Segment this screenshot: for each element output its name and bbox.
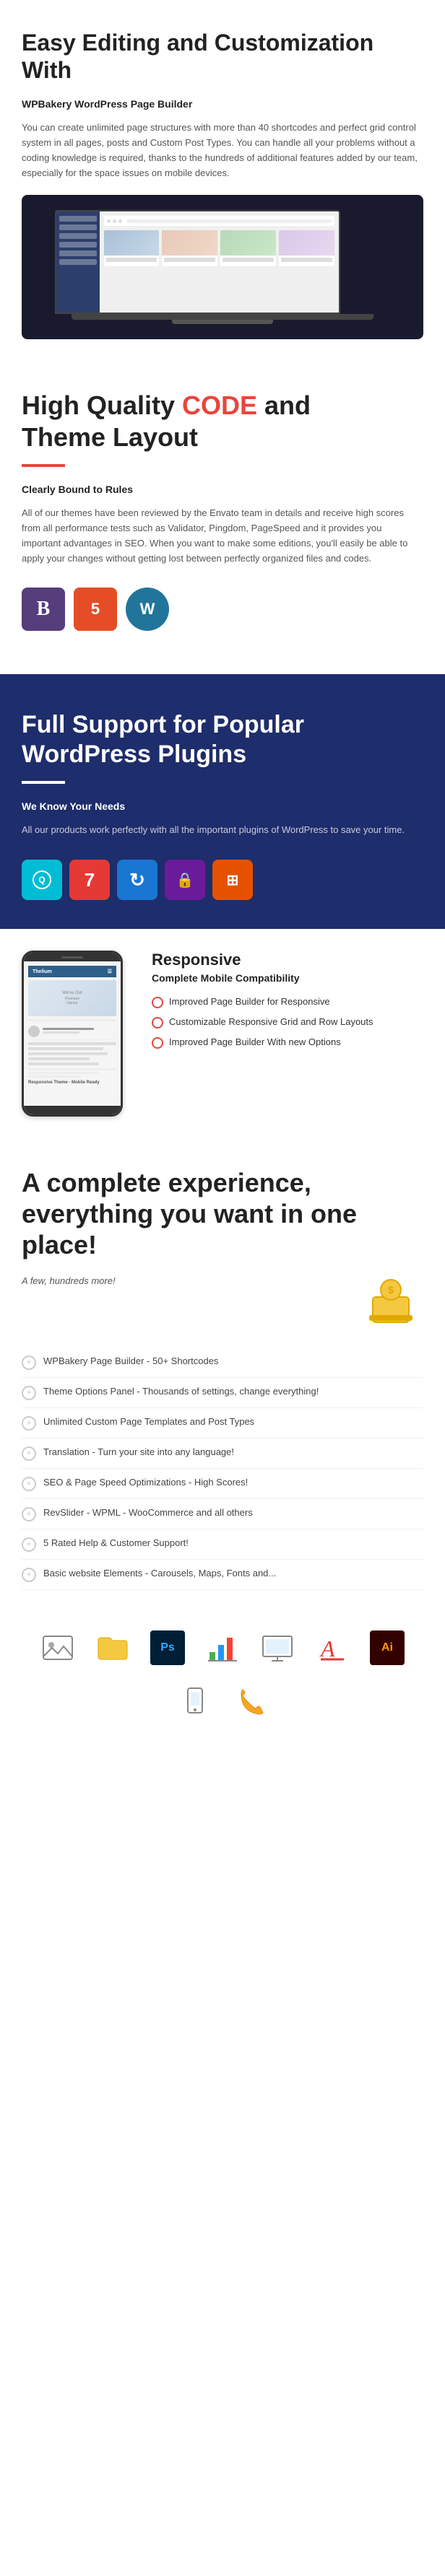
bottom-icon-photoshop: Ps	[146, 1626, 189, 1669]
list-icon-3: +	[22, 1416, 36, 1431]
laptop-mockup	[22, 195, 423, 339]
bottom-icons-grid: Ps A Ai	[22, 1626, 423, 1724]
plugin-icon-lock: 🔒	[165, 860, 205, 900]
editing-title: Easy Editing and Customization With	[22, 29, 423, 84]
feature-item-2: Customizable Responsive Grid and Row Lay…	[152, 1016, 423, 1029]
plugin-icon-seven: 7	[69, 860, 110, 900]
bottom-icon-mobile	[173, 1681, 217, 1724]
coin-icon: $	[366, 1275, 423, 1333]
feature-item-3: Improved Page Builder With new Options	[152, 1036, 423, 1049]
bottom-icon-palette: A	[311, 1626, 354, 1669]
section-responsive: Thelium ☰ We've Got Premium Library	[0, 929, 445, 1138]
list-item: + Theme Options Panel - Thousands of set…	[22, 1378, 423, 1408]
feature-circle-2	[152, 1017, 163, 1029]
plugin-icon-quill: Q	[22, 860, 62, 900]
mobile-mockup: Thelium ☰ We've Got Premium Library	[22, 951, 137, 1117]
feature-circle-3	[152, 1037, 163, 1049]
bottom-icon-monitor	[256, 1626, 299, 1669]
code-subtitle: Clearly Bound to Rules	[22, 481, 423, 497]
feature-text-3: Improved Page Builder With new Options	[169, 1036, 341, 1049]
bottom-icon-illustrator: Ai	[366, 1626, 409, 1669]
feature-label-4: Translation - Turn your site into any la…	[43, 1446, 234, 1459]
feature-label-5: SEO & Page Speed Optimizations - High Sc…	[43, 1476, 248, 1489]
list-icon-7: +	[22, 1537, 36, 1552]
list-item: + Basic website Elements - Carousels, Ma…	[22, 1560, 423, 1590]
svg-text:$: $	[388, 1284, 394, 1296]
feature-label-2: Theme Options Panel - Thousands of setti…	[43, 1385, 319, 1398]
section-plugins: Full Support for Popular WordPress Plugi…	[0, 674, 445, 929]
svg-text:Q: Q	[38, 875, 45, 885]
complete-title: A complete experience, everything you wa…	[22, 1167, 423, 1261]
bottom-icon-phone	[228, 1681, 272, 1724]
responsive-title: Responsive	[152, 951, 423, 969]
editing-description: You can create unlimited page structures…	[22, 121, 423, 180]
svg-text:A: A	[319, 1636, 335, 1662]
bottom-icon-folder	[91, 1626, 134, 1669]
list-icon-2: +	[22, 1386, 36, 1400]
editing-subtitle: WPBakery WordPress Page Builder	[22, 96, 423, 112]
feature-label-6: RevSlider - WPML - WooCommerce and all o…	[43, 1506, 253, 1519]
bottom-icon-image	[36, 1626, 79, 1669]
features-list: + WPBakery Page Builder - 50+ Shortcodes…	[22, 1348, 423, 1590]
plugin-icons: Q 7 ↻ 🔒 ⊞	[22, 860, 423, 900]
experience-top: A few, hundreds more! $	[22, 1275, 423, 1333]
list-item: + RevSlider - WPML - WooCommerce and all…	[22, 1499, 423, 1529]
plugin-icon-sync: ↻	[117, 860, 157, 900]
experience-text: A few, hundreds more!	[22, 1275, 351, 1286]
plugins-description: All our products work perfectly with all…	[22, 823, 423, 838]
code-divider	[22, 464, 65, 467]
list-icon-5: +	[22, 1477, 36, 1491]
list-item: + Translation - Turn your site into any …	[22, 1438, 423, 1469]
feature-label-1: WPBakery Page Builder - 50+ Shortcodes	[43, 1355, 218, 1368]
list-item: + SEO & Page Speed Optimizations - High …	[22, 1469, 423, 1499]
code-title-highlight: CODE	[182, 390, 257, 420]
section-code: High Quality CODE andTheme Layout Clearl…	[0, 354, 445, 674]
laptop-sidebar	[56, 211, 100, 313]
plugins-divider	[22, 781, 65, 784]
feature-text-2: Customizable Responsive Grid and Row Lay…	[169, 1016, 373, 1029]
list-item: + WPBakery Page Builder - 50+ Shortcodes	[22, 1348, 423, 1378]
feature-text-1: Improved Page Builder for Responsive	[169, 995, 330, 1008]
laptop-screen	[55, 210, 340, 314]
code-title: High Quality CODE andTheme Layout	[22, 390, 423, 452]
section-editing: Easy Editing and Customization With WPBa…	[0, 0, 445, 354]
list-item: + Unlimited Custom Page Templates and Po…	[22, 1408, 423, 1438]
bootstrap-icon: B	[22, 588, 65, 631]
section-complete: A complete experience, everything you wa…	[0, 1138, 445, 1612]
feature-label-7: 5 Rated Help & Customer Support!	[43, 1537, 189, 1550]
list-icon-6: +	[22, 1507, 36, 1521]
feature-label-3: Unlimited Custom Page Templates and Post…	[43, 1415, 254, 1428]
section-bottom-icons: Ps A Ai	[0, 1612, 445, 1746]
bottom-icon-chart	[201, 1626, 244, 1669]
plugin-icon-grid: ⊞	[212, 860, 253, 900]
feature-circle-1	[152, 997, 163, 1008]
responsive-info: Responsive Complete Mobile Compatibility…	[152, 951, 423, 1057]
tech-icons: B 5 W	[22, 588, 423, 631]
feature-label-8: Basic website Elements - Carousels, Maps…	[43, 1567, 276, 1580]
list-icon-4: +	[22, 1446, 36, 1461]
list-item: + 5 Rated Help & Customer Support!	[22, 1529, 423, 1560]
feature-item-1: Improved Page Builder for Responsive	[152, 995, 423, 1008]
html5-icon: 5	[74, 588, 117, 631]
plugins-title: Full Support for Popular WordPress Plugi…	[22, 710, 423, 769]
code-description: All of our themes have been reviewed by …	[22, 506, 423, 566]
responsive-subtitle: Complete Mobile Compatibility	[152, 972, 423, 984]
list-icon-8: +	[22, 1568, 36, 1582]
phone-label: Responsive Theme - Mobile Ready	[28, 1080, 116, 1085]
few-more-label: A few, hundreds more!	[22, 1275, 351, 1286]
list-icon-1: +	[22, 1355, 36, 1370]
plugins-subtitle: We Know Your Needs	[22, 798, 423, 814]
laptop-main-area	[100, 211, 339, 313]
code-title-part1: High Quality	[22, 390, 182, 420]
wordpress-icon: W	[126, 588, 169, 631]
